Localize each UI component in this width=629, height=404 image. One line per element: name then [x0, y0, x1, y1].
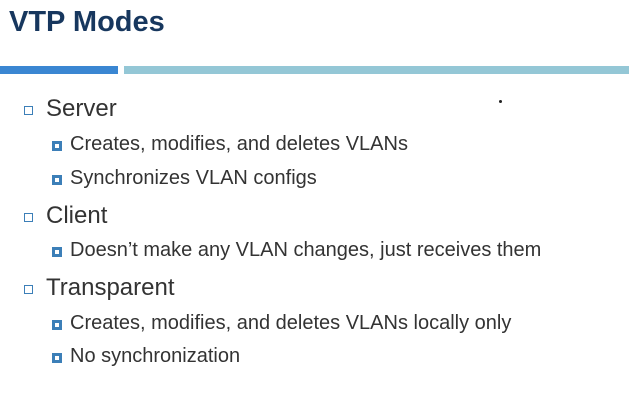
square-bullet-icon: [52, 320, 62, 330]
stray-dot: [499, 100, 502, 103]
bullet-text: Transparent: [46, 274, 175, 301]
sub-bullet-text: Synchronizes VLAN configs: [70, 167, 317, 189]
title-underline-accent: [0, 66, 118, 74]
square-bullet-icon: [52, 247, 62, 257]
square-bullet-icon: [52, 141, 62, 151]
slide-title: VTP Modes: [9, 6, 165, 38]
square-bullet-icon: [52, 175, 62, 185]
hollow-square-bullet-icon: [24, 213, 33, 222]
title-underline-bar: [124, 66, 629, 74]
sub-bullet-text: Creates, modifies, and deletes VLANs: [70, 133, 408, 155]
hollow-square-bullet-icon: [24, 106, 33, 115]
bullet-text: Client: [46, 202, 108, 229]
sub-bullet-text: No synchronization: [70, 345, 241, 367]
square-bullet-icon: [52, 353, 62, 363]
sub-bullet-text: Doesn’t make any VLAN changes, just rece…: [70, 239, 542, 261]
bullet-text: Server: [46, 95, 117, 122]
hollow-square-bullet-icon: [24, 285, 33, 294]
sub-bullet-text: Creates, modifies, and deletes VLANs loc…: [70, 312, 512, 334]
